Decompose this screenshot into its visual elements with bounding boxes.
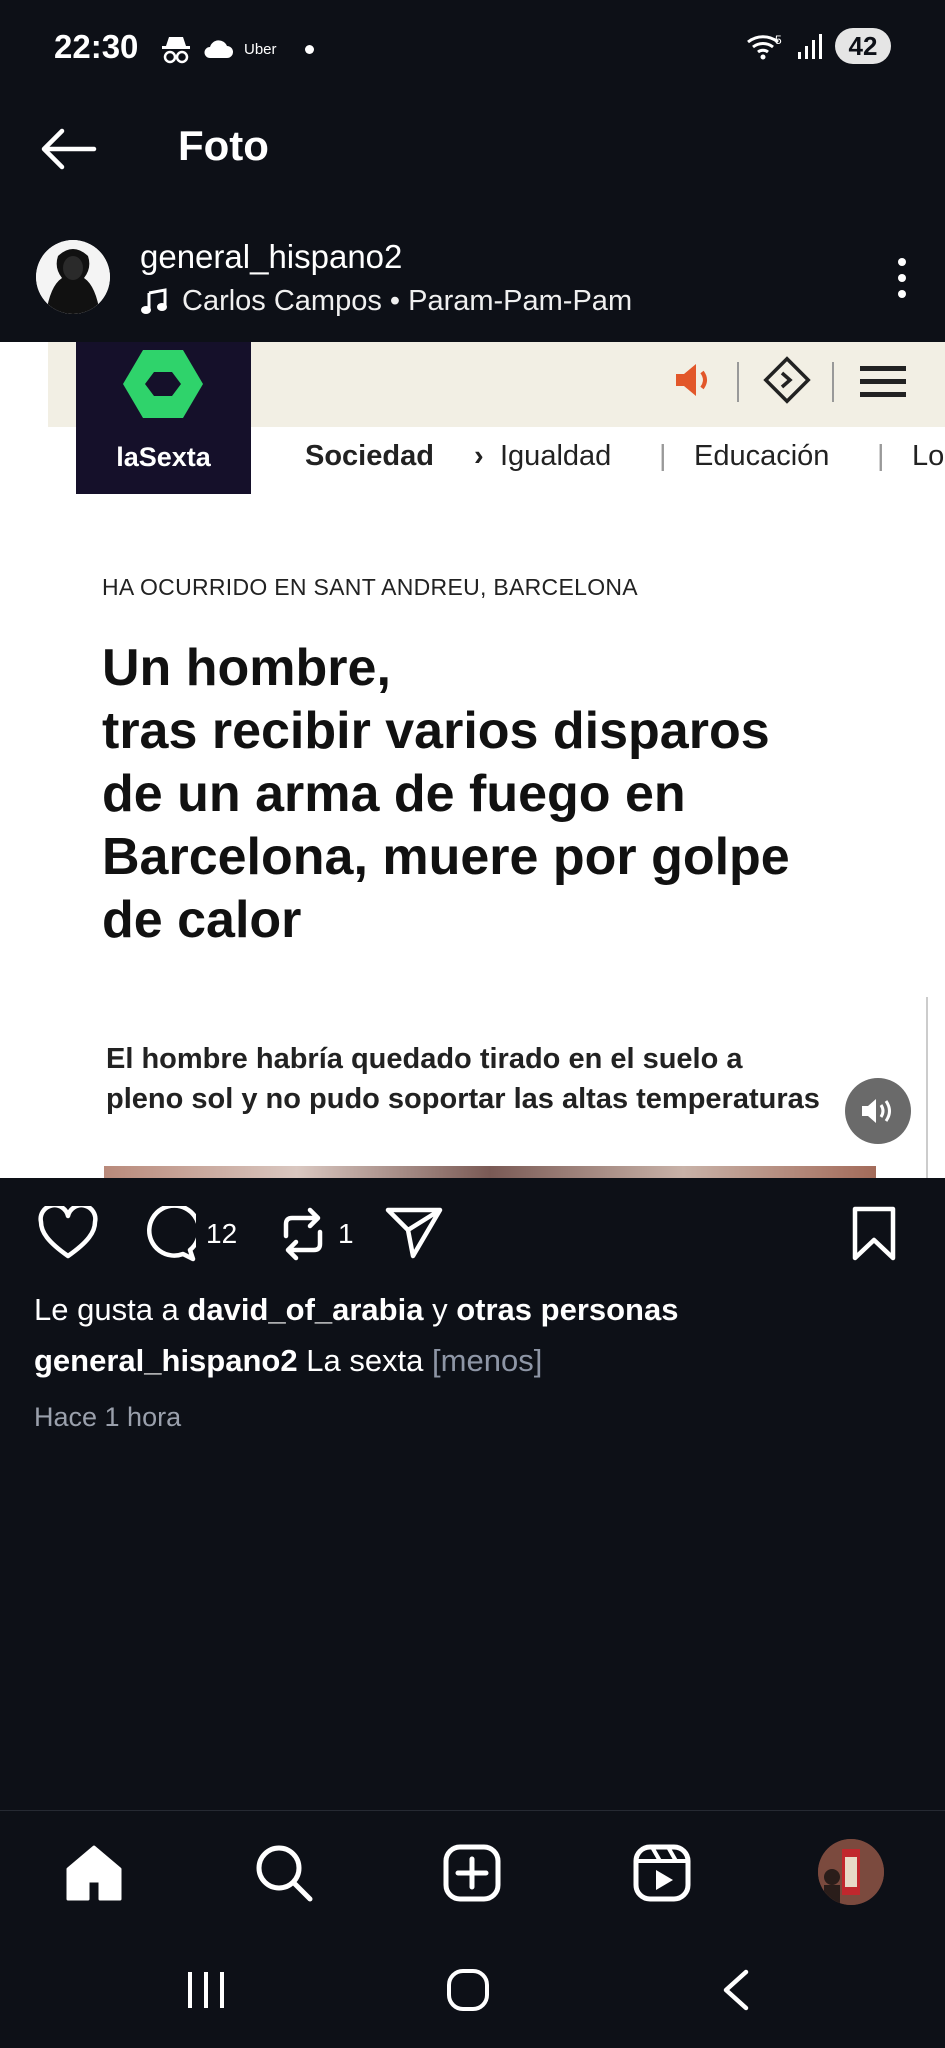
status-icons-left: Uber [160, 34, 314, 64]
status-icons-right: 5 42 [745, 28, 891, 64]
more-options-icon[interactable] [895, 256, 909, 300]
likes-connector: y [432, 1292, 448, 1327]
reels-icon[interactable] [630, 1841, 694, 1905]
home-system-icon[interactable] [446, 1968, 490, 2012]
post-caption: general_hispano2 La sexta [menos] [34, 1343, 542, 1379]
repost-icon [283, 1207, 323, 1261]
heart-icon [38, 1206, 98, 1259]
home-icon[interactable] [62, 1841, 126, 1905]
speaker-icon [676, 364, 707, 396]
headline-line: de calor [102, 891, 302, 949]
nav-lo: Lo [912, 440, 945, 472]
hamburger-menu-icon [860, 366, 906, 397]
caption-username[interactable]: general_hispano2 [34, 1343, 298, 1378]
send-paper-plane-icon [385, 1207, 443, 1259]
bottom-navigation [0, 1810, 945, 1930]
nav-sociedad: Sociedad [305, 440, 434, 472]
back-system-icon[interactable] [718, 1968, 752, 2012]
profile-avatar[interactable] [818, 1839, 884, 1905]
music-label: Carlos Campos • Param-Pam-Pam [182, 285, 633, 317]
likes-summary[interactable]: Le gusta a david_of_arabia y otras perso… [34, 1292, 678, 1328]
nav-igualdad: Igualdad [500, 440, 612, 472]
search-icon[interactable] [252, 1841, 316, 1905]
status-time: 22:30 [54, 28, 139, 65]
notification-dot [304, 44, 314, 54]
caption-collapse-toggle[interactable]: [menos] [432, 1343, 542, 1378]
lasexta-hexagon-icon [123, 350, 203, 418]
share-button[interactable] [385, 1206, 443, 1260]
comment-button[interactable]: 12 [138, 1206, 237, 1262]
recent-apps-icon[interactable] [184, 1970, 228, 2010]
post-action-bar: 12 1 [0, 1200, 945, 1270]
incognito-icon [162, 37, 190, 64]
back-arrow-icon[interactable] [36, 124, 98, 174]
liker-username[interactable]: david_of_arabia [187, 1292, 423, 1327]
nav-chevron: › [474, 440, 484, 472]
subhead-line: El hombre habría quedado tirado en el su… [106, 1043, 743, 1075]
cloud-icon [204, 40, 233, 58]
repost-button[interactable]: 1 [278, 1206, 354, 1262]
nav-separator: | [659, 440, 667, 472]
bookmark-icon [852, 1206, 896, 1261]
headline-line: Un hombre, [102, 639, 391, 697]
battery-indicator: 42 [835, 28, 891, 64]
topbar-divider [737, 362, 739, 402]
music-note-icon [141, 287, 167, 314]
comment-count: 12 [206, 1218, 238, 1249]
headline-line: de un arma de fuego en [102, 765, 686, 823]
comment-bubble-icon [147, 1206, 196, 1262]
wifi-icon: 5 [747, 33, 782, 60]
repost-count: 1 [338, 1218, 354, 1249]
lasexta-logo: laSexta [76, 342, 251, 494]
save-button[interactable] [850, 1206, 898, 1262]
author-avatar[interactable] [36, 240, 110, 314]
wifi-badge: 5 [775, 33, 782, 47]
status-bar: 22:30 Uber 5 42 [0, 0, 945, 100]
hooded-figure-icon [36, 240, 110, 314]
article-subhead: El hombre habría quedado tirado en el su… [106, 1039, 886, 1119]
post-image[interactable]: laSexta Sociedad › Igualdad | Educación … [0, 342, 945, 1178]
post-timestamp: Hace 1 hora [34, 1402, 182, 1432]
signal-icon [798, 34, 822, 59]
lasexta-logo-text: laSexta [116, 442, 211, 472]
sound-toggle-button[interactable] [845, 1078, 911, 1144]
subhead-line: pleno sol y no pudo soportar las altas t… [106, 1083, 820, 1115]
topbar-divider [832, 362, 834, 402]
nav-educacion: Educación [694, 440, 830, 472]
image-divider [926, 997, 928, 1178]
volume-icon [862, 1099, 891, 1123]
caption-text: La sexta [306, 1343, 424, 1378]
likes-others[interactable]: otras personas [456, 1292, 678, 1327]
create-post-icon[interactable] [440, 1841, 504, 1905]
article-headline: Un hombre, tras recibir varios disparos … [102, 637, 922, 952]
likes-prefix: Le gusta a [34, 1292, 179, 1327]
nav-separator: | [877, 440, 885, 472]
author-username[interactable]: general_hispano2 [140, 238, 402, 276]
post-header: general_hispano2 Carlos Campos • Param-P… [0, 230, 945, 340]
profile-photo-icon [818, 1839, 884, 1905]
uber-notification-label: Uber [244, 40, 277, 58]
top-app-bar: Foto [0, 110, 945, 190]
article-photo-preview [104, 1166, 876, 1178]
diamond-arrow-icon [763, 356, 811, 404]
like-button[interactable] [38, 1206, 98, 1260]
headline-line: tras recibir varios disparos [102, 702, 770, 760]
music-info[interactable]: Carlos Campos • Param-Pam-Pam [140, 285, 632, 318]
headline-line: Barcelona, muere por golpe [102, 828, 790, 886]
system-navigation [0, 1930, 945, 2048]
article-kicker: HA OCURRIDO EN SANT ANDREU, BARCELONA [102, 574, 638, 600]
page-title: Foto [178, 122, 269, 169]
